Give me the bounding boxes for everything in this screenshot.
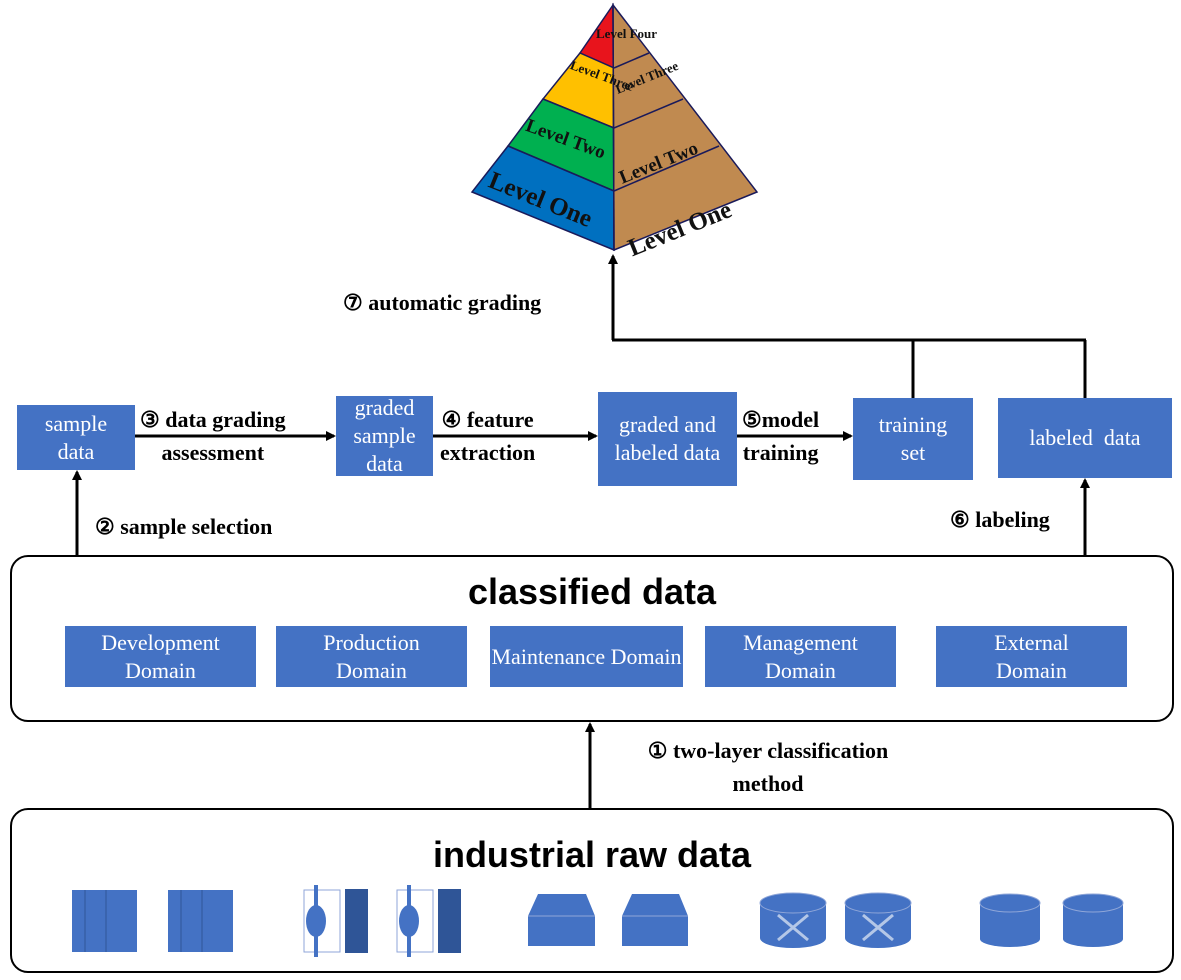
step-text-2: training bbox=[742, 440, 819, 465]
step-number: ② bbox=[95, 514, 115, 539]
step-6-label: ⑥ labeling bbox=[950, 503, 1050, 536]
step-1-label: ① two-layer classification method bbox=[612, 734, 924, 800]
step-text: automatic grading bbox=[368, 290, 542, 315]
step-4-label: ④ feature extraction bbox=[440, 403, 535, 469]
step-text-2: extraction bbox=[440, 440, 536, 465]
step-text: labeling bbox=[975, 507, 1050, 532]
domain-management: Management Domain bbox=[705, 626, 896, 687]
step-text: two-layer classification bbox=[672, 738, 889, 763]
domain-development: Development Domain bbox=[65, 626, 256, 687]
training-set-box: training set bbox=[853, 398, 973, 480]
classified-data-title: classified data bbox=[467, 571, 717, 612]
domain-maintenance: Maintenance Domain bbox=[490, 626, 683, 687]
industrial-raw-data-title: industrial raw data bbox=[432, 834, 752, 875]
labeled-data-box: labeled data bbox=[998, 398, 1172, 478]
step-text: feature bbox=[466, 407, 534, 432]
step-number: ⑥ bbox=[950, 507, 970, 532]
graded-labeled-data-box: graded and labeled data bbox=[598, 392, 737, 486]
step-text-2: assessment bbox=[161, 440, 265, 465]
step-2-label: ② sample selection bbox=[95, 510, 272, 543]
diagram: Level Four Level Three Level Three Level… bbox=[0, 0, 1181, 980]
domain-production: Production Domain bbox=[276, 626, 467, 687]
pyramid-label-four-a: Level Four bbox=[596, 26, 657, 41]
step-number: ④ bbox=[441, 407, 462, 432]
step-7-label: ⑦ automatic grading bbox=[343, 286, 541, 319]
industrial-raw-data-container: industrial raw data bbox=[10, 808, 1174, 973]
step-text-2: method bbox=[732, 771, 804, 796]
step-number: ⑦ bbox=[343, 290, 363, 315]
step-text: sample selection bbox=[120, 514, 273, 539]
domain-external: External Domain bbox=[936, 626, 1127, 687]
sample-data-box: sample data bbox=[17, 405, 135, 470]
step-5-label: ⑤model training bbox=[742, 403, 819, 469]
step-3-label: ③ data grading assessment bbox=[140, 403, 286, 469]
step-number: ⑤ bbox=[742, 407, 762, 432]
step-text: model bbox=[761, 407, 820, 432]
step-number: ① bbox=[647, 738, 668, 763]
step-text: data grading bbox=[165, 407, 286, 432]
graded-sample-data-box: graded sample data bbox=[336, 395, 433, 476]
step-number: ③ bbox=[140, 407, 160, 432]
